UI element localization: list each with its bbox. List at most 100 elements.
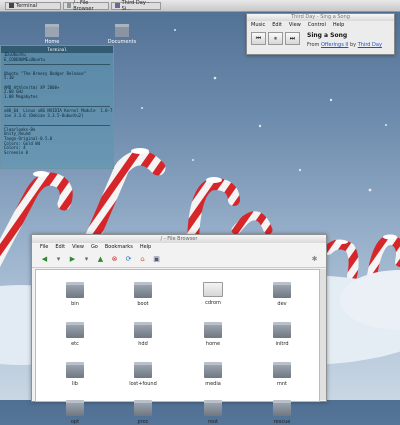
file-item-label: home xyxy=(205,341,221,347)
file-item[interactable]: lib xyxy=(50,362,100,387)
file-item[interactable]: lost+found xyxy=(118,362,168,387)
music-window-title: Third Day - Sing a Song xyxy=(247,14,394,21)
desktop-icon-home[interactable]: Home xyxy=(35,24,69,45)
file-browser-menubar: File Edit View Go Bookmarks Help xyxy=(32,243,326,251)
candy-cane xyxy=(323,239,359,281)
music-icon xyxy=(115,3,120,8)
music-player-window[interactable]: Third Day - Sing a Song Music Edit View … xyxy=(246,13,395,55)
file-item[interactable]: etc xyxy=(50,322,100,347)
taskbar-item-file-browser[interactable]: / - File Browser xyxy=(63,0,109,12)
up-icon[interactable]: ▲ xyxy=(95,254,106,264)
from-label: From xyxy=(307,42,320,48)
file-item[interactable]: opt xyxy=(50,400,100,425)
menu-go[interactable]: Go xyxy=(91,244,98,250)
taskbar: Terminal / - File Browser Third Day - Si… xyxy=(0,0,400,12)
back-dropdown-icon[interactable]: ▾ xyxy=(53,254,64,264)
taskbar-item-music-player[interactable]: Third Day - Si... xyxy=(111,0,161,12)
folder-icon xyxy=(134,362,152,378)
file-view[interactable]: bin boot cdrom dev etc hdd home initrd lib lost+f… xyxy=(35,269,320,425)
artist-link[interactable]: Third Day xyxy=(358,42,382,48)
reload-icon[interactable]: ⟳ xyxy=(123,254,134,264)
folder-icon xyxy=(204,362,222,378)
folder-icon xyxy=(273,282,291,298)
taskbar-item-label: Terminal xyxy=(16,2,38,9)
folder-icon xyxy=(66,282,84,298)
file-item-label: initrd xyxy=(275,341,289,347)
home-folder-icon xyxy=(45,24,59,37)
file-browser-toolbar: ◀ ▾ ▶ ▾ ▲ ⊗ ⟳ ⌂ ▣ ✱ xyxy=(32,251,326,268)
folder-icon xyxy=(273,362,291,378)
forward-icon[interactable]: ▶ xyxy=(67,254,78,264)
file-item[interactable]: home xyxy=(188,322,238,347)
next-track-button[interactable]: ⏭ xyxy=(285,32,300,45)
song-meta: From Offerings II by Third Day xyxy=(307,42,382,48)
menu-edit[interactable]: Edit xyxy=(55,244,65,250)
home-icon[interactable]: ⌂ xyxy=(137,254,148,264)
file-item-label: bin xyxy=(71,301,79,307)
menu-help[interactable]: Help xyxy=(140,244,151,250)
scrollbar[interactable] xyxy=(319,269,326,400)
candy-cane xyxy=(187,177,240,246)
file-item-label: media xyxy=(205,381,221,387)
terminal-icon xyxy=(9,3,14,8)
menu-edit[interactable]: Edit xyxy=(272,22,282,28)
by-label: by xyxy=(349,42,357,48)
pause-button[interactable]: ⏸ xyxy=(268,32,283,45)
file-item[interactable]: hdd xyxy=(118,322,168,347)
file-item-label: opt xyxy=(70,419,80,425)
file-item[interactable]: root xyxy=(188,400,238,425)
taskbar-item-label: Third Day - Si... xyxy=(121,0,150,12)
menu-view[interactable]: View xyxy=(72,244,84,250)
taskbar-item-label: / - File Browser xyxy=(73,0,94,12)
stop-icon[interactable]: ⊗ xyxy=(109,254,120,264)
folder-icon xyxy=(273,400,291,416)
back-icon[interactable]: ◀ xyxy=(39,254,50,264)
file-item[interactable]: boot xyxy=(118,282,168,307)
file-browser-window[interactable]: / - File Browser File Edit View Go Bookm… xyxy=(31,234,327,425)
folder-icon xyxy=(204,400,222,416)
file-item[interactable]: dev xyxy=(257,282,307,307)
menu-control[interactable]: Control xyxy=(308,22,326,28)
file-item[interactable]: bin xyxy=(50,282,100,307)
file-item[interactable]: mnt xyxy=(257,362,307,387)
folder-icon xyxy=(66,362,84,378)
terminal-line: Screenie 0 xyxy=(4,149,29,155)
file-item-label: rescue xyxy=(273,419,291,425)
file-item-label: dev xyxy=(277,301,287,307)
music-menubar: Music Edit View Control Help xyxy=(247,21,394,28)
menu-bookmarks[interactable]: Bookmarks xyxy=(105,244,133,250)
folder-icon xyxy=(115,24,129,37)
folder-icon xyxy=(273,322,291,338)
song-title: Sing a Song xyxy=(307,32,348,39)
menu-music[interactable]: Music xyxy=(251,22,265,28)
taskbar-item-terminal[interactable]: Terminal xyxy=(5,1,61,10)
link-folder-icon xyxy=(203,282,223,297)
terminal-output: ID=Ubuntu E_CODENAME=Ubuntu Ubuntu "The Br… xyxy=(1,52,113,155)
folder-icon xyxy=(134,282,152,298)
file-item-label: lib xyxy=(72,381,78,387)
computer-icon[interactable]: ▣ xyxy=(151,254,162,264)
file-item[interactable]: media xyxy=(188,362,238,387)
folder-icon xyxy=(66,322,84,338)
folder-icon xyxy=(67,3,72,8)
terminal-separator xyxy=(4,105,110,107)
candy-cane xyxy=(231,211,273,235)
folder-icon xyxy=(204,322,222,338)
file-item-label: hdd xyxy=(138,341,148,347)
file-item[interactable]: initrd xyxy=(257,322,307,347)
file-item[interactable]: cdrom xyxy=(188,282,238,306)
menu-view[interactable]: View xyxy=(289,22,301,28)
file-item-label: cdrom xyxy=(205,300,221,306)
file-browser-title: / - File Browser xyxy=(32,235,326,243)
file-item[interactable]: rescue xyxy=(257,400,307,425)
file-item[interactable]: proc xyxy=(118,400,168,425)
menu-file[interactable]: File xyxy=(40,244,48,250)
menu-help[interactable]: Help xyxy=(333,22,344,28)
terminal-window[interactable]: Terminal ID=Ubuntu E_CODENAME=Ubuntu Ubunt… xyxy=(0,45,114,169)
forward-dropdown-icon[interactable]: ▾ xyxy=(81,254,92,264)
previous-track-button[interactable]: ⏮ xyxy=(251,32,266,45)
desktop-icon-documents[interactable]: Documents xyxy=(105,24,139,45)
album-link[interactable]: Offerings II xyxy=(321,42,348,48)
terminal-line: E_CODENAME=Ubuntu xyxy=(4,56,45,62)
